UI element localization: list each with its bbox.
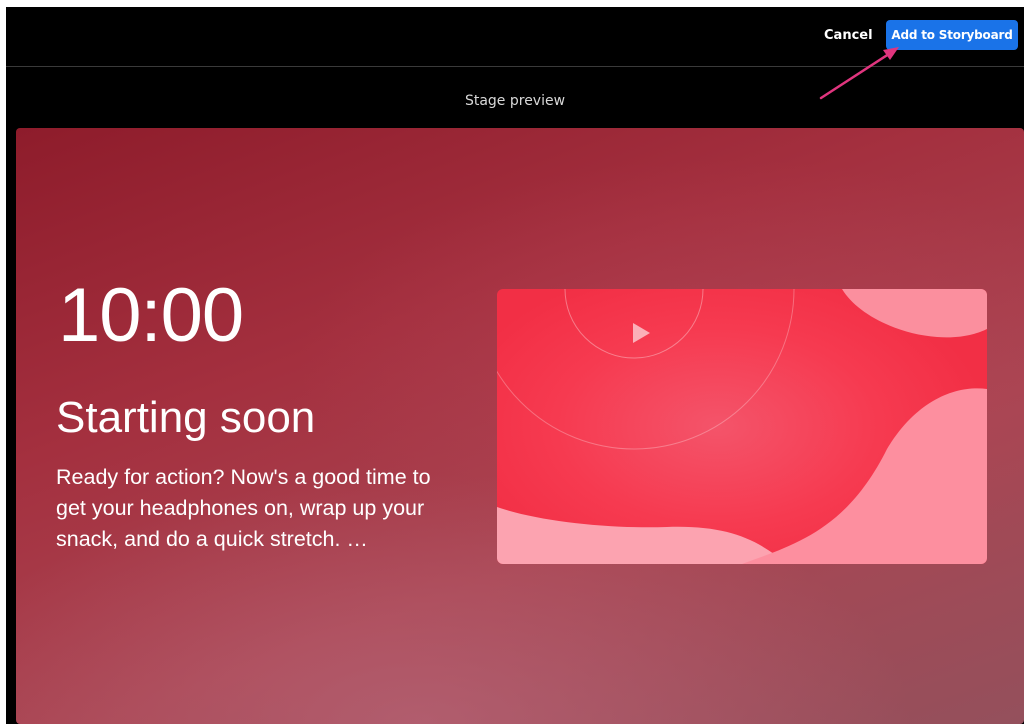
add-to-storyboard-button[interactable]: Add to Storyboard bbox=[886, 20, 1018, 50]
decor-ring-small bbox=[564, 289, 704, 359]
countdown-timer: 10:00 bbox=[58, 273, 244, 358]
stage-body-text: Ready for action? Now's a good time to g… bbox=[56, 465, 431, 551]
thumbnail-artwork bbox=[497, 289, 987, 564]
stage-canvas: 10:00 Starting soon Ready for action? No… bbox=[16, 128, 1024, 724]
play-icon bbox=[633, 323, 650, 343]
decor-ring-large bbox=[497, 289, 795, 450]
stage-video-thumbnail bbox=[497, 289, 987, 564]
stage-headline: Starting soon bbox=[56, 393, 316, 442]
dialog-toolbar: Cancel Add to Storyboard bbox=[6, 7, 1024, 67]
decor-blob-top-right bbox=[842, 289, 987, 338]
decor-blob-bottom-right bbox=[742, 388, 987, 564]
decor-blob-bottom-left bbox=[497, 507, 787, 564]
cancel-button[interactable]: Cancel bbox=[818, 24, 879, 48]
screen: Cancel Add to Storyboard Stage preview 1… bbox=[0, 0, 1024, 724]
stage-preview-label: Stage preview bbox=[464, 93, 566, 109]
stage-preview-dialog: Cancel Add to Storyboard Stage preview 1… bbox=[6, 7, 1024, 724]
